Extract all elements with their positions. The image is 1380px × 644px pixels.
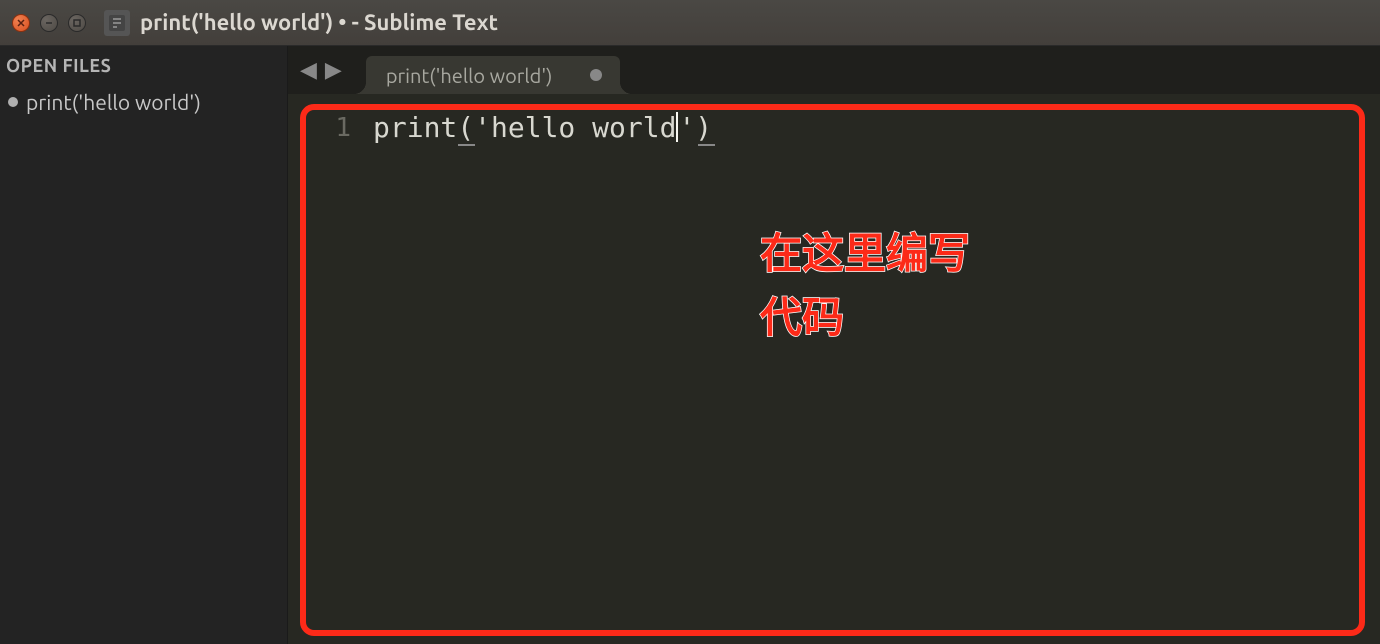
minimize-button[interactable] [40, 14, 58, 32]
dirty-indicator-icon [8, 97, 18, 107]
close-button[interactable] [12, 14, 30, 32]
sidebar: OPEN FILES print('hello world') [0, 46, 288, 644]
nav-back-icon[interactable]: ◀ [300, 57, 317, 83]
tab-dirty-icon [590, 69, 602, 81]
tabbar: ◀ ▶ print('hello world') [288, 46, 1380, 94]
nav-forward-icon[interactable]: ▶ [325, 57, 342, 83]
editor-tab[interactable]: print('hello world') [366, 56, 621, 94]
nav-arrows: ◀ ▶ [300, 57, 342, 83]
line-number: 1 [288, 110, 351, 146]
tab-label: print('hello world') [386, 64, 553, 87]
editor-section: ◀ ▶ print('hello world') 1 print('hello … [288, 46, 1380, 644]
sidebar-header: OPEN FILES [0, 46, 287, 84]
main-area: OPEN FILES print('hello world') ◀ ▶ prin… [0, 46, 1380, 644]
code-area[interactable]: print('hello world') [373, 94, 1380, 644]
editor-body[interactable]: 1 print('hello world') [288, 94, 1380, 644]
window-controls [12, 14, 86, 32]
app-icon [104, 10, 130, 36]
open-file-label: print('hello world') [26, 90, 201, 114]
window-title: print('hello world') • - Sublime Text [140, 10, 498, 35]
maximize-button[interactable] [68, 14, 86, 32]
gutter: 1 [288, 94, 373, 644]
code-line[interactable]: print('hello world') [373, 110, 1380, 146]
open-file-item[interactable]: print('hello world') [0, 84, 287, 120]
titlebar: print('hello world') • - Sublime Text [0, 0, 1380, 46]
